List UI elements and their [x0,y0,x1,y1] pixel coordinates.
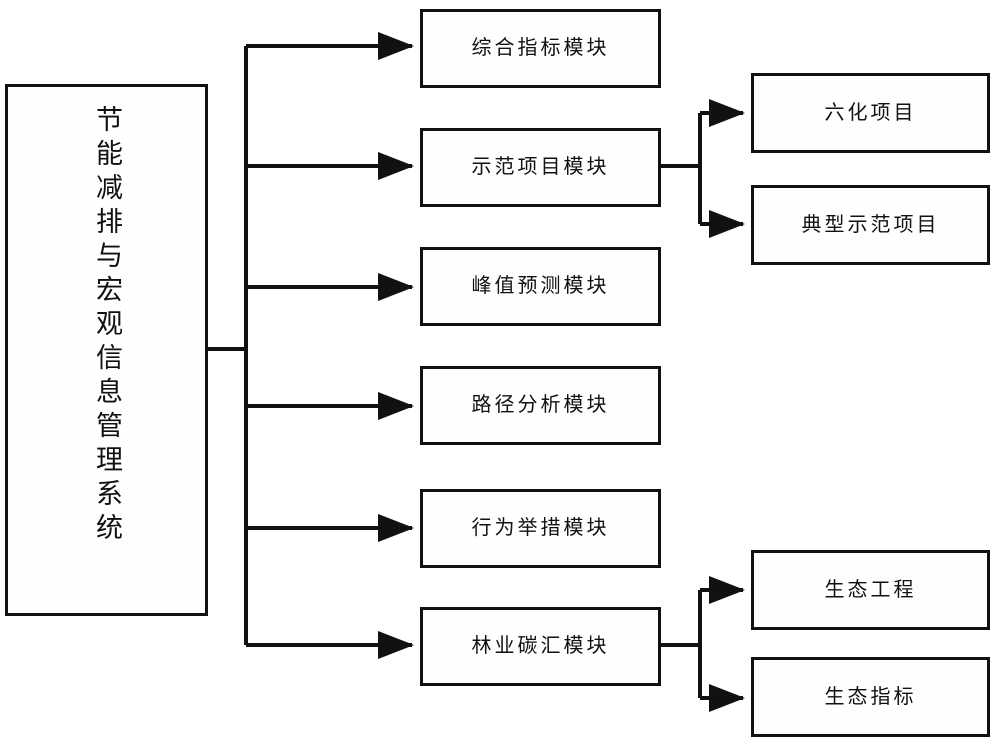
node-label: 典型示范项目 [801,213,940,236]
node-comprehensive-indicator-module[interactable]: 综合指标模块 [420,9,661,88]
node-label: 峰值预测模块 [471,275,610,297]
node-label: 示范项目模块 [471,156,610,178]
node-ecological-engineering[interactable]: 生态工程 [751,550,990,630]
node-label: 生态工程 [824,578,917,601]
edge-mid-1-branch [661,113,702,224]
diagram-canvas: 节能减排与宏观信息管理系统 综合指标模块 示范项目模块 峰值预测模块 路径分析模… [0,0,1000,746]
node-label: 六化项目 [824,101,917,124]
node-root-label: 节能减排与宏观信息管理系统 [92,105,122,547]
node-peak-prediction-module[interactable]: 峰值预测模块 [420,247,661,326]
node-demonstration-project-module[interactable]: 示范项目模块 [420,128,661,207]
node-label: 路径分析模块 [471,394,610,416]
node-label: 行为举措模块 [471,517,610,539]
node-label: 生态指标 [824,685,917,708]
node-six-modernization-project[interactable]: 六化项目 [751,73,990,153]
node-label: 综合指标模块 [471,37,610,59]
node-label: 林业碳汇模块 [471,635,610,657]
node-path-analysis-module[interactable]: 路径分析模块 [420,366,661,445]
node-behavior-measure-module[interactable]: 行为举措模块 [420,489,661,568]
edge-mid-5-branch [661,590,702,698]
node-ecological-indicator[interactable]: 生态指标 [751,657,990,737]
edge-root-trunk [208,46,248,645]
node-typical-demonstration-project[interactable]: 典型示范项目 [751,185,990,265]
node-root-system[interactable]: 节能减排与宏观信息管理系统 [5,84,208,616]
node-forestry-carbon-sink-module[interactable]: 林业碳汇模块 [420,607,661,686]
